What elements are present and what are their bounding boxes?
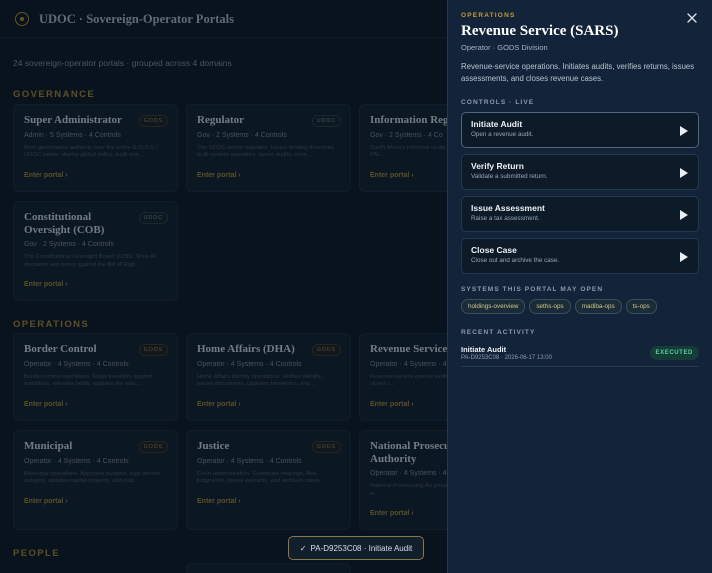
action-toast: ✓ PA-D9253C08 · Initiate Audit [288,536,424,560]
drawer-description: Revenue-service operations. Initiates au… [461,62,695,83]
control-description: Validate a submitted return. [471,173,548,181]
status-badge: EXECUTED [649,346,699,361]
control-description: Raise a tax assessment. [471,215,540,223]
drawer-eyebrow: OPERATIONS [461,12,516,19]
systems-label: SYSTEMS THIS PORTAL MAY OPEN [461,286,604,294]
play-icon [680,126,688,137]
play-icon [680,168,688,179]
controls-label: CONTROLS · LIVE [461,99,535,107]
control-description: Open a revenue audit. [471,131,534,139]
control-issue-assessment[interactable]: Issue Assessment Raise a tax assessment. [461,196,699,233]
systems-chip-list: holdings-overview seths-ops madiba-ops t… [461,299,699,315]
activity-label: RECENT ACTIVITY [461,329,536,337]
control-description: Close out and archive the case. [471,257,560,265]
system-chip-madiba-ops[interactable]: madiba-ops [574,299,622,315]
control-name: Initiate Audit [471,119,523,130]
drawer-subtitle: Operator · GODS Division [461,43,548,52]
control-close-case[interactable]: Close Case Close out and archive the cas… [461,238,699,275]
control-name: Close Case [471,245,517,256]
control-verify-return[interactable]: Verify Return Validate a submitted retur… [461,154,699,191]
toast-text: PA-D9253C08 · Initiate Audit [310,543,413,553]
check-icon: ✓ [299,543,307,553]
play-icon [680,210,688,221]
system-chip-ts-ops[interactable]: ts-ops [625,299,657,315]
activity-item: Initiate Audit PA-D9253C08 · 2026-06-17 … [461,345,699,368]
close-icon[interactable] [684,10,700,26]
control-name: Verify Return [471,161,524,172]
system-chip-holdings-overview[interactable]: holdings-overview [461,299,526,315]
portal-detail-drawer: OPERATIONS Revenue Service (SARS) Operat… [447,0,712,573]
control-initiate-audit[interactable]: Initiate Audit Open a revenue audit. [461,112,699,149]
play-icon [680,252,688,263]
system-chip-seths-ops[interactable]: seths-ops [529,299,571,315]
control-name: Issue Assessment [471,203,545,214]
drawer-title: Revenue Service (SARS) [461,23,619,39]
